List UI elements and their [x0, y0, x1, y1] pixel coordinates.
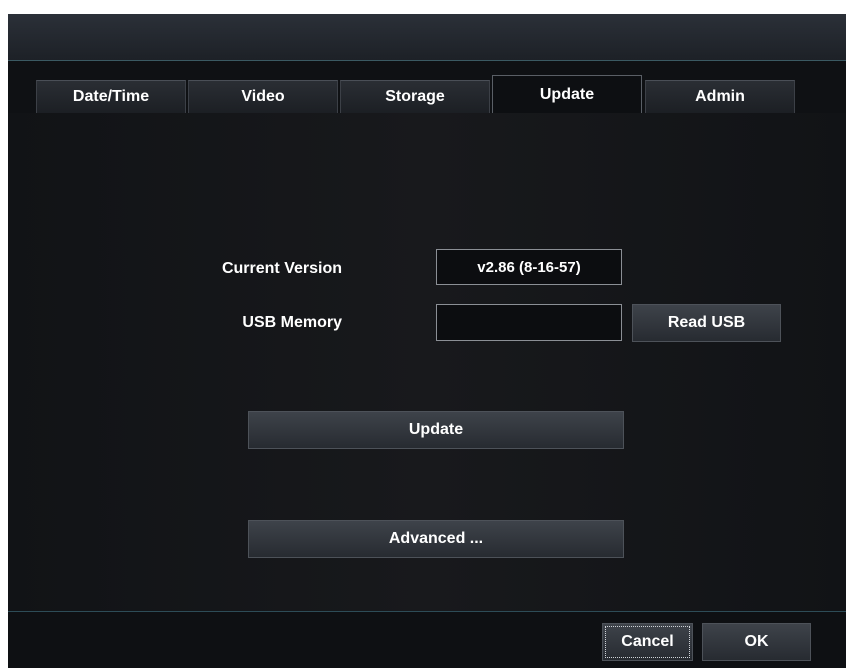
tab-admin[interactable]: Admin	[645, 80, 795, 113]
tab-update[interactable]: Update	[492, 75, 642, 113]
tab-bar: Date/Time Video Storage Update Admin	[8, 61, 846, 113]
dialog-footer: Cancel OK	[8, 611, 846, 668]
current-version-label: Current Version	[221, 260, 342, 277]
update-button[interactable]: Update	[248, 411, 624, 449]
usb-memory-label: USB Memory	[242, 314, 342, 331]
current-version-field: v2.86 (8-16-57)	[436, 249, 622, 285]
title-bar	[8, 14, 846, 61]
tab-video[interactable]: Video	[188, 80, 338, 113]
ok-button[interactable]: OK	[702, 623, 811, 661]
advanced-button[interactable]: Advanced ...	[248, 520, 624, 558]
tab-storage[interactable]: Storage	[340, 80, 490, 113]
tab-date-time[interactable]: Date/Time	[36, 80, 186, 113]
cancel-button[interactable]: Cancel	[602, 623, 693, 661]
update-panel: Current Version v2.86 (8-16-57) USB Memo…	[8, 113, 846, 611]
read-usb-button[interactable]: Read USB	[632, 304, 781, 342]
usb-memory-field[interactable]	[436, 304, 622, 341]
settings-dialog: Date/Time Video Storage Update Admin Cur…	[8, 14, 846, 668]
